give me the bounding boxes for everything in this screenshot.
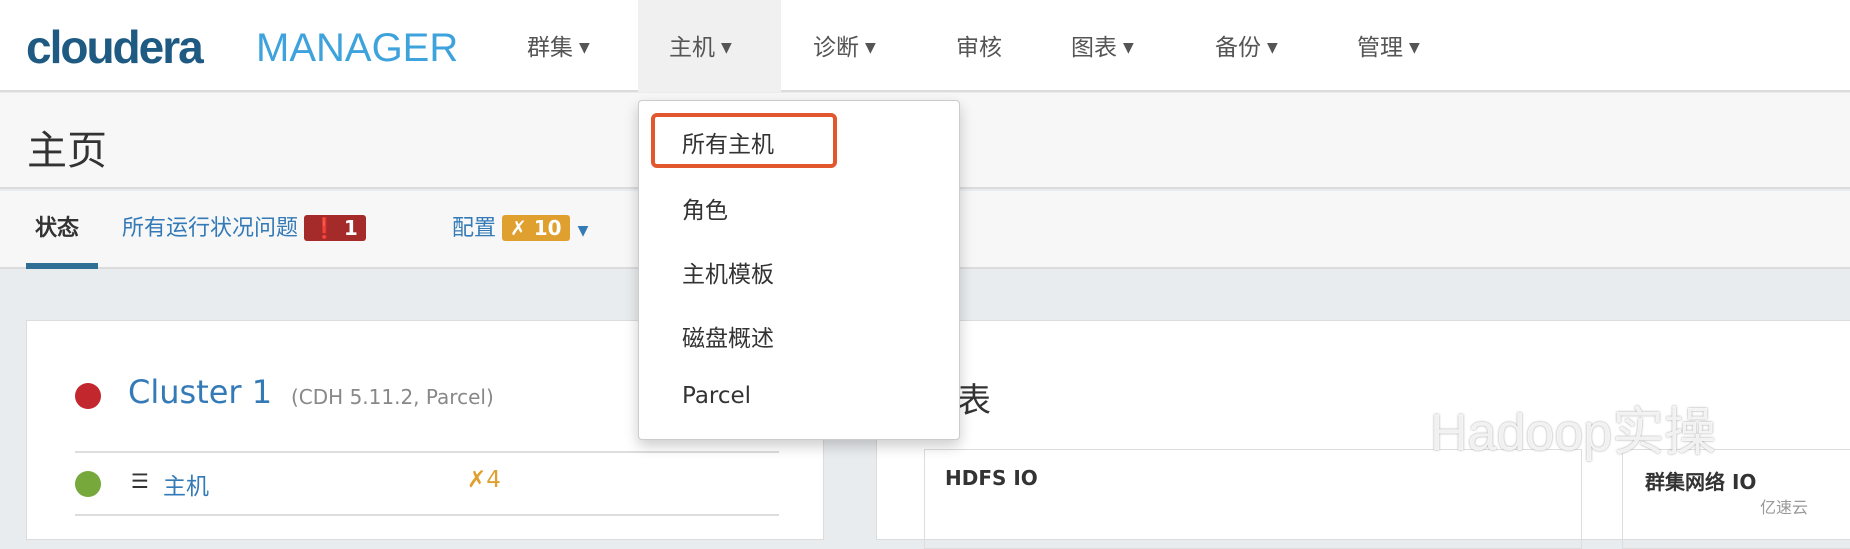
tab-health-issues[interactable]: 所有运行状况问题 ❗ 1: [122, 210, 366, 242]
tab-configuration[interactable]: 配置 ✗ 10 ▼: [452, 210, 588, 242]
caret-down-icon: ▼: [579, 40, 590, 56]
nav-diagnostics[interactable]: 诊断 ▼: [813, 0, 876, 92]
nav-backup[interactable]: 备份 ▼: [1215, 0, 1278, 92]
manager-logo-text: MANAGER: [256, 26, 459, 70]
health-issues-badge: ❗ 1: [304, 215, 366, 241]
wrench-icon: ✗: [467, 467, 487, 493]
config-issues-badge: ✗ 10: [502, 215, 570, 241]
caret-down-icon: ▼: [1267, 40, 1278, 56]
wrench-icon: ✗: [510, 216, 527, 240]
menu-item-all-hosts[interactable]: 所有主机: [682, 125, 774, 159]
nav-clusters[interactable]: 群集 ▼: [527, 0, 627, 92]
caret-down-icon: ▼: [721, 40, 732, 56]
chart-panel-title: HDFS IO: [945, 466, 1038, 490]
nav-hosts[interactable]: 主机 ▼: [638, 0, 781, 92]
caret-down-icon: ▼: [865, 40, 876, 56]
list-icon: ☰: [131, 469, 149, 493]
nav-charts[interactable]: 图表 ▼: [1071, 0, 1134, 92]
corner-watermark: 亿速云: [1760, 498, 1809, 517]
nav-audits[interactable]: 审核: [956, 0, 1002, 92]
hosts-config-issues[interactable]: ✗4: [467, 467, 501, 493]
caret-down-icon: ▼: [1409, 40, 1420, 56]
caret-down-icon: ▼: [577, 223, 589, 239]
menu-item-disk-overview[interactable]: 磁盘概述: [682, 319, 774, 353]
menu-item-parcel[interactable]: Parcel: [682, 383, 751, 409]
charts-heading: 表: [957, 381, 991, 421]
nav-admin[interactable]: 管理 ▼: [1357, 0, 1420, 92]
hosts-status-dot: [75, 471, 101, 497]
top-navbar: cloudera MANAGER 群集 ▼ 主机 ▼ 诊断 ▼ 审核 图表 ▼ 备份 ▼ …: [0, 0, 1850, 92]
menu-item-host-templates[interactable]: 主机模板: [682, 255, 774, 289]
alert-icon: ❗: [312, 216, 337, 240]
menu-item-roles[interactable]: 角色: [682, 191, 728, 225]
chart-panel-title: 群集网络 IO: [1645, 470, 1757, 494]
divider: [75, 451, 779, 453]
caret-down-icon: ▼: [1123, 40, 1134, 56]
page-title: 主页: [27, 128, 107, 174]
cloudera-logo[interactable]: cloudera: [26, 20, 204, 74]
tab-status[interactable]: 状态: [35, 210, 79, 242]
hosts-dropdown-menu: 所有主机 角色 主机模板 磁盘概述 Parcel: [638, 100, 960, 440]
cluster-name-link[interactable]: Cluster 1: [128, 373, 272, 411]
active-tab-indicator: [26, 263, 98, 269]
hosts-link[interactable]: 主机: [163, 467, 209, 501]
divider: [75, 514, 779, 516]
watermark: Hadoop实操: [1430, 404, 1717, 462]
cluster-status-dot: [75, 383, 101, 409]
cluster-version: (CDH 5.11.2, Parcel): [291, 385, 494, 409]
